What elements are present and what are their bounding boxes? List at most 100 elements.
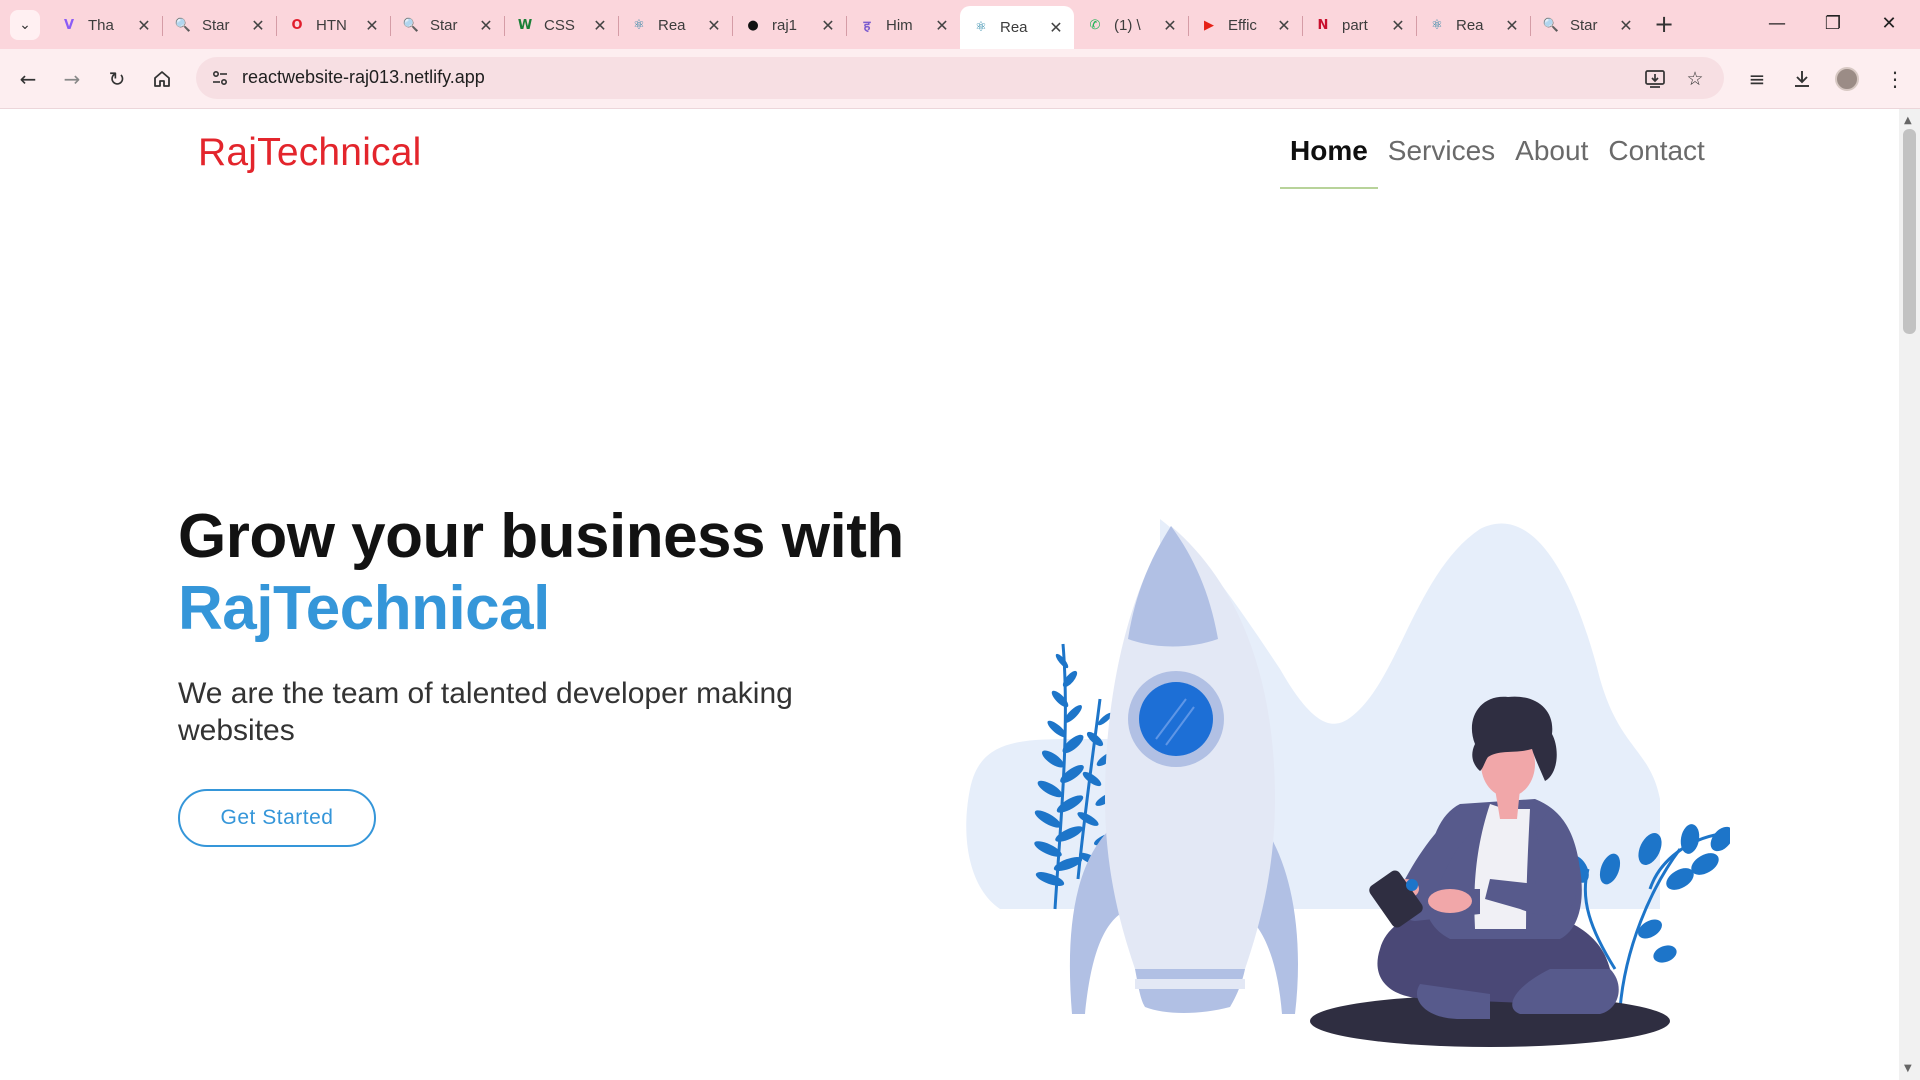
home-icon <box>154 71 170 87</box>
hindi-icon: ह <box>863 19 871 34</box>
forward-button[interactable]: → <box>56 63 88 95</box>
tab-title: Him <box>886 16 913 34</box>
tab-title: Star <box>202 16 230 34</box>
close-tab-icon[interactable]: ✕ <box>706 16 722 35</box>
restore-icon: ❐ <box>1824 13 1842 34</box>
letter-v-icon: V <box>63 17 75 33</box>
browser-tab[interactable]: ● raj1 ✕ <box>732 6 846 44</box>
search-icon: 🔍 <box>1542 17 1560 33</box>
close-tab-icon[interactable]: ✕ <box>1504 16 1520 35</box>
close-tab-icon[interactable]: ✕ <box>1618 16 1634 35</box>
browser-tab[interactable]: 🔍 Star ✕ <box>162 6 276 44</box>
opera-icon: O <box>291 17 303 33</box>
media-queue-icon: ≡ <box>1748 67 1766 91</box>
close-tab-icon[interactable]: ✕ <box>1048 18 1064 37</box>
tab-strip: ⌄ V Tha ✕ 🔍 Star ✕ O HTN ✕ 🔍 Star ✕ W CSS ✕ ⚛ Rea ✕ ● raj1 ✕… <box>0 0 1920 49</box>
close-tab-icon[interactable]: ✕ <box>1390 16 1406 35</box>
install-icon <box>1645 70 1665 88</box>
close-tab-icon[interactable]: ✕ <box>250 16 266 35</box>
tab-title: raj1 <box>772 16 798 34</box>
browser-tab[interactable]: ▶ Effic ✕ <box>1188 6 1302 44</box>
tab-title: CSS <box>544 16 575 34</box>
tab-title: part <box>1342 16 1368 34</box>
arrow-right-icon: → <box>63 67 81 91</box>
letter-w-icon: W <box>517 17 533 33</box>
main-nav: Home Services About Contact <box>1280 135 1715 189</box>
new-tab-button[interactable]: + <box>1650 10 1678 38</box>
browser-tab[interactable]: W CSS ✕ <box>504 6 618 44</box>
n-icon: N <box>1317 17 1329 33</box>
url-text[interactable]: reactwebsite-raj013.netlify.app <box>242 67 485 88</box>
downloads-button[interactable] <box>1786 63 1818 95</box>
home-button[interactable] <box>146 63 178 95</box>
plus-icon: + <box>1653 10 1675 38</box>
browser-tab[interactable]: ⚛ Rea ✕ <box>618 6 732 44</box>
download-icon <box>1795 71 1809 87</box>
close-tab-icon[interactable]: ✕ <box>592 16 608 35</box>
youtube-icon: ▶ <box>1204 17 1214 33</box>
chevron-down-icon: ⌄ <box>19 17 31 33</box>
tab-title: Star <box>430 16 458 34</box>
tab-title: HTN <box>316 16 347 34</box>
tab-title: Rea <box>1456 16 1484 34</box>
close-tab-icon[interactable]: ✕ <box>1276 16 1292 35</box>
tab-title: (1) \ <box>1114 16 1141 34</box>
install-app-button[interactable] <box>1642 66 1668 92</box>
address-bar[interactable]: reactwebsite-raj013.netlify.app ☆ <box>196 57 1724 99</box>
hero-subtitle: We are the team of talented developer ma… <box>178 677 793 747</box>
tab-title: Star <box>1570 16 1598 34</box>
close-tab-icon[interactable]: ✕ <box>478 16 494 35</box>
hero-title: Grow your business with <box>178 502 904 571</box>
search-icon: 🔍 <box>174 17 192 33</box>
tab-title: Tha <box>88 16 114 34</box>
browser-tab[interactable]: 🔍 Star ✕ <box>390 6 504 44</box>
browser-tab[interactable]: Npart ✕ <box>1302 6 1416 44</box>
close-window-button[interactable]: ✕ <box>1866 6 1912 42</box>
close-tab-icon[interactable]: ✕ <box>820 16 836 35</box>
scroll-down-icon[interactable]: ▼ <box>1904 1063 1912 1074</box>
close-tab-icon[interactable]: ✕ <box>934 16 950 35</box>
hero-brand: RajTechnical <box>178 574 550 643</box>
search-icon: 🔍 <box>402 17 420 33</box>
browser-tab[interactable]: V Tha ✕ <box>48 6 162 44</box>
minimize-icon: — <box>1768 13 1786 34</box>
star-icon: ☆ <box>1686 68 1704 90</box>
browser-tab[interactable]: ह Him ✕ <box>846 6 960 44</box>
close-tab-icon[interactable]: ✕ <box>364 16 380 35</box>
tab-title: Rea <box>1000 19 1028 36</box>
browser-menu-button[interactable]: ⋮ <box>1879 63 1911 95</box>
scroll-thumb[interactable] <box>1903 129 1916 334</box>
page-viewport: RajTechnical Home Services About Contact… <box>0 109 1899 1080</box>
tab-search-button[interactable]: ⌄ <box>10 10 40 40</box>
browser-tab[interactable]: ⚛ Rea ✕ <box>1416 6 1530 44</box>
profile-avatar[interactable] <box>1835 67 1859 91</box>
page-scrollbar[interactable]: ▲ ▼ <box>1899 109 1920 1080</box>
browser-tab[interactable]: O HTN ✕ <box>276 6 390 44</box>
reload-button[interactable]: ↻ <box>101 63 133 95</box>
browser-toolbar: ← → ↻ reactwebsite-raj013.netlify.app ☆ <box>0 49 1920 109</box>
restore-button[interactable]: ❐ <box>1810 6 1856 42</box>
media-control-button[interactable]: ≡ <box>1741 63 1773 95</box>
kebab-menu-icon: ⋮ <box>1885 67 1905 91</box>
react-icon: ⚛ <box>1431 17 1443 33</box>
bookmark-button[interactable]: ☆ <box>1682 66 1708 92</box>
nav-link-contact[interactable]: Contact <box>1598 135 1715 189</box>
nav-link-services[interactable]: Services <box>1378 135 1505 189</box>
get-started-button[interactable]: Get Started <box>178 789 376 847</box>
browser-tab[interactable]: ✆ (1) \ ✕ <box>1074 6 1188 44</box>
site-logo[interactable]: RajTechnical <box>198 131 422 175</box>
close-icon: ✕ <box>1881 13 1897 34</box>
browser-tab[interactable]: ⚛ Rea ✕ <box>960 6 1074 49</box>
close-tab-icon[interactable]: ✕ <box>1162 16 1178 35</box>
nav-link-home[interactable]: Home <box>1280 135 1378 189</box>
close-tab-icon[interactable]: ✕ <box>136 16 152 35</box>
arrow-left-icon: ← <box>19 67 37 91</box>
browser-tab[interactable]: 🔍 Star ✕ <box>1530 6 1644 44</box>
reload-icon: ↻ <box>108 67 126 91</box>
site-info-icon[interactable] <box>208 66 232 90</box>
scroll-up-icon[interactable]: ▲ <box>1904 115 1912 126</box>
react-icon: ⚛ <box>633 17 645 33</box>
nav-link-about[interactable]: About <box>1505 135 1598 189</box>
back-button[interactable]: ← <box>12 63 44 95</box>
minimize-button[interactable]: — <box>1754 6 1800 42</box>
